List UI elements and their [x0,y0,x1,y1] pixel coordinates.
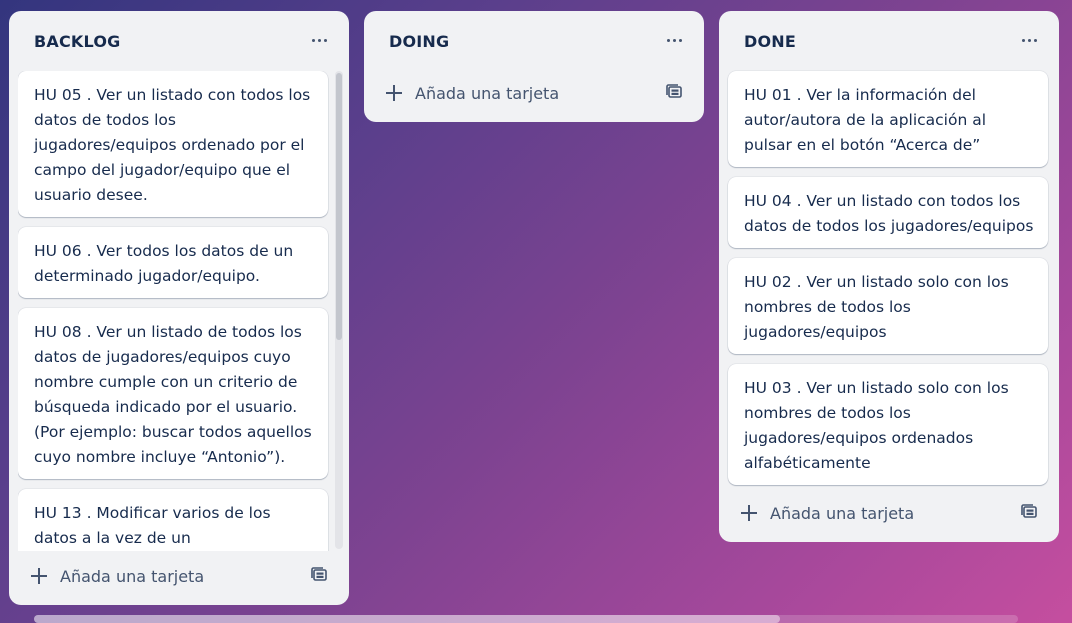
list-menu-ellipsis-icon[interactable] [662,30,686,50]
list-doing: DOING Añada una tarjeta [364,11,704,122]
card-hu04[interactable]: HU 04 . Ver un listado con todos los dat… [728,177,1048,248]
board-scrollbar-thumb[interactable] [34,615,780,623]
list-menu-ellipsis-icon[interactable] [1017,30,1041,50]
card-hu01[interactable]: HU 01 . Ver la información del autor/aut… [728,71,1048,167]
list-title[interactable]: DOING [389,32,449,51]
list-scrollbar-thumb[interactable] [336,73,342,340]
cards-container: HU 01 . Ver la información del autor/aut… [728,71,1050,495]
add-card-button[interactable]: Añada una tarjeta [728,496,914,530]
plus-icon [385,84,403,102]
add-card-button[interactable]: Añada una tarjeta [18,559,204,593]
card-hu08[interactable]: HU 08 . Ver un listado de todos los dato… [18,308,328,479]
add-card-label: Añada una tarjeta [770,503,915,523]
list-title[interactable]: BACKLOG [34,32,120,51]
add-card-button[interactable]: Añada una tarjeta [373,76,559,110]
card-hu05[interactable]: HU 05 . Ver un listado con todos los dat… [18,71,328,217]
card-hu02[interactable]: HU 02 . Ver un listado solo con los nomb… [728,258,1048,354]
add-card-label: Añada una tarjeta [415,83,560,103]
card-hu13[interactable]: HU 13 . Modificar varios de los datos a … [18,489,328,551]
card-hu06[interactable]: HU 06 . Ver todos los datos de un determ… [18,227,328,298]
card-template-icon[interactable] [307,563,331,587]
list-header[interactable]: BACKLOG [9,11,349,71]
list-menu-ellipsis-icon[interactable] [307,30,331,50]
list-backlog: BACKLOG HU 05 . Ver un listado con todos… [9,11,349,605]
list-header[interactable]: DONE [719,11,1059,71]
list-done: DONE HU 01 . Ver la información del auto… [719,11,1059,542]
list-title[interactable]: DONE [744,32,796,51]
plus-icon [30,567,48,585]
card-template-icon[interactable] [662,80,686,104]
add-card-label: Añada una tarjeta [60,566,205,586]
cards-container: HU 05 . Ver un listado con todos los dat… [18,71,330,551]
board-horizontal-scrollbar[interactable] [34,615,1018,623]
list-scrollbar[interactable] [335,71,343,549]
plus-icon [740,504,758,522]
card-hu03[interactable]: HU 03 . Ver un listado solo con los nomb… [728,364,1048,485]
list-header[interactable]: DOING [364,11,704,71]
card-template-icon[interactable] [1017,500,1041,524]
